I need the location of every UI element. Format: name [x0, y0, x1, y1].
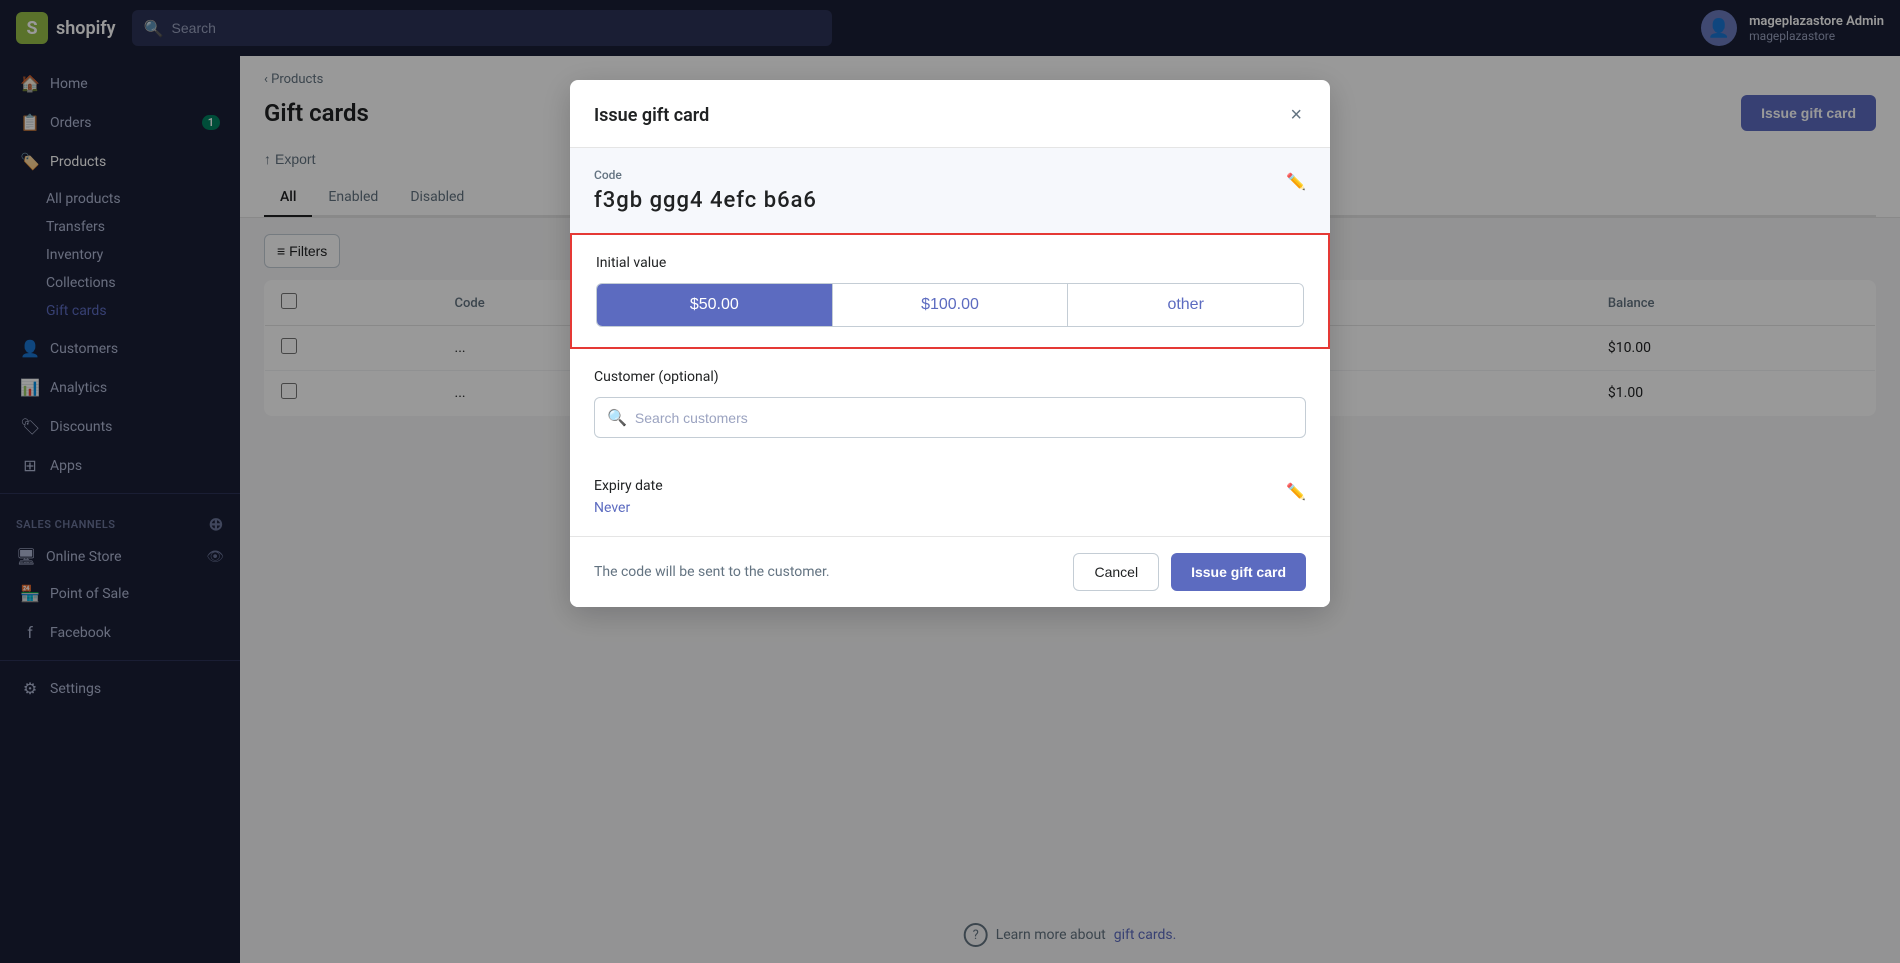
expiry-value[interactable]: Never	[594, 500, 663, 516]
expiry-label: Expiry date	[594, 478, 663, 494]
footer-note: The code will be sent to the customer.	[594, 564, 830, 580]
code-value: f3gb ggg4 4efc b6a6	[594, 188, 817, 213]
value-option-100[interactable]: $100.00	[833, 284, 1069, 326]
modal-overlay[interactable]: Issue gift card × Code f3gb ggg4 4efc b6…	[0, 0, 1900, 963]
value-option-other[interactable]: other	[1068, 284, 1303, 326]
initial-value-section: Initial value $50.00 $100.00 other	[570, 233, 1330, 349]
edit-code-icon[interactable]: ✏️	[1286, 172, 1306, 191]
modal-title: Issue gift card	[594, 105, 709, 126]
edit-expiry-icon[interactable]: ✏️	[1286, 482, 1306, 501]
expiry-info: Expiry date Never	[594, 478, 663, 516]
customer-label: Customer (optional)	[594, 369, 1306, 385]
customer-search-input[interactable]	[635, 410, 1293, 426]
value-option-50[interactable]: $50.00	[597, 284, 833, 326]
modal-header: Issue gift card ×	[570, 80, 1330, 148]
modal-footer: The code will be sent to the customer. C…	[570, 536, 1330, 607]
expiry-section: Expiry date Never ✏️	[570, 458, 1330, 536]
initial-value-label: Initial value	[596, 255, 1304, 271]
code-section: Code f3gb ggg4 4efc b6a6 ✏️	[570, 148, 1330, 233]
modal-issue-button[interactable]: Issue gift card	[1171, 553, 1306, 591]
search-icon: 🔍	[607, 408, 627, 427]
modal-body: Code f3gb ggg4 4efc b6a6 ✏️ Initial valu…	[570, 148, 1330, 536]
modal-close-button[interactable]: ×	[1286, 100, 1306, 131]
issue-gift-card-modal: Issue gift card × Code f3gb ggg4 4efc b6…	[570, 80, 1330, 607]
value-options: $50.00 $100.00 other	[596, 283, 1304, 327]
customer-search-wrapper: 🔍	[594, 397, 1306, 438]
cancel-button[interactable]: Cancel	[1073, 553, 1159, 591]
code-info: Code f3gb ggg4 4efc b6a6	[594, 168, 817, 213]
customer-section: Customer (optional) 🔍	[570, 349, 1330, 458]
footer-actions: Cancel Issue gift card	[1073, 553, 1306, 591]
code-label: Code	[594, 168, 817, 182]
